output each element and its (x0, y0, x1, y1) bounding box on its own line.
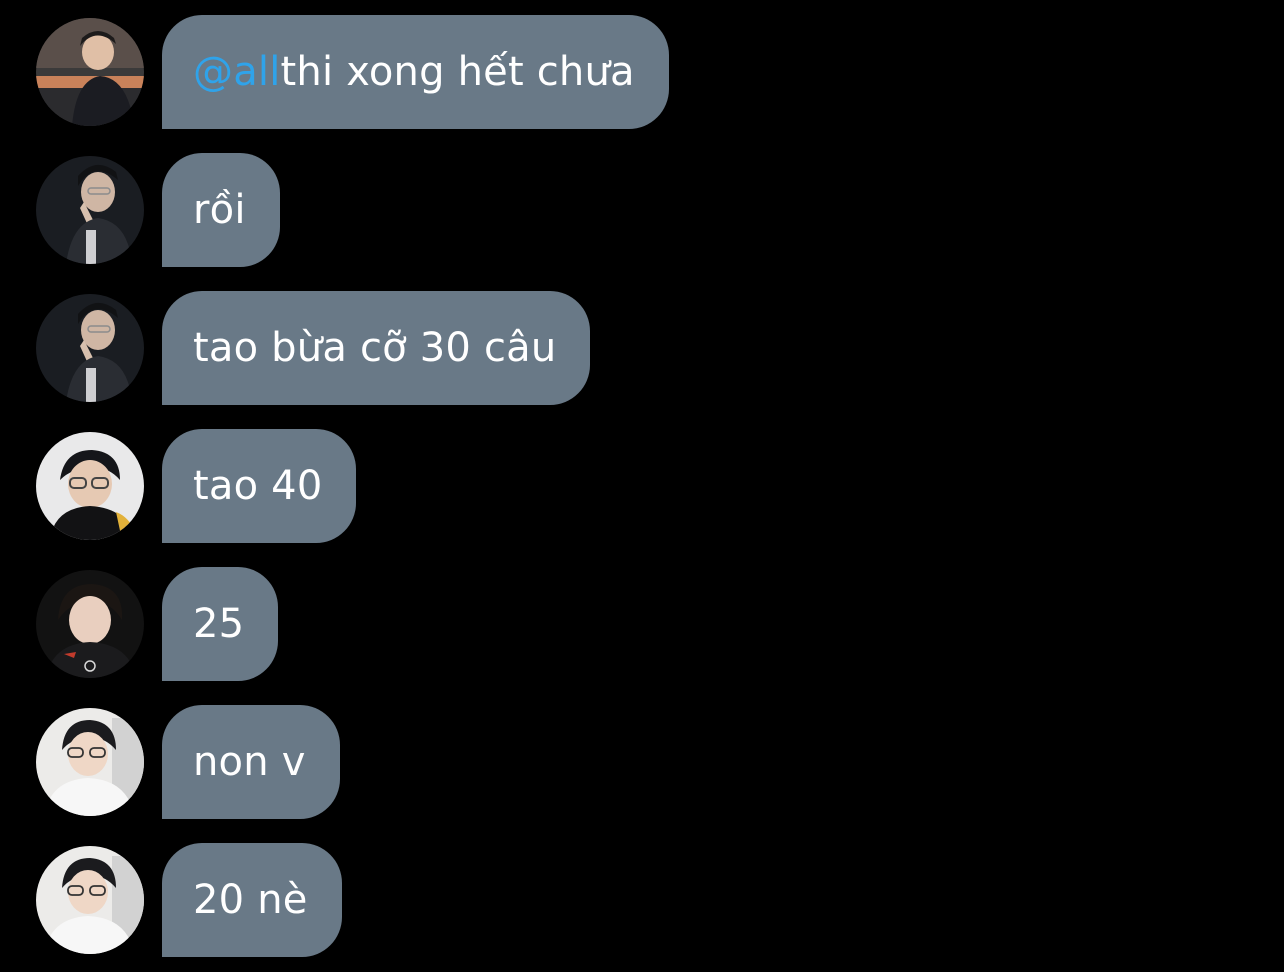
user-avatar-icon[interactable] (36, 846, 144, 954)
message-row: rồi (36, 153, 280, 267)
message-text: thi xong hết chưa (280, 49, 635, 95)
user-avatar-icon[interactable] (36, 18, 144, 126)
message-bubble[interactable]: rồi (162, 153, 280, 267)
message-row: tao bừa cỡ 30 câu (36, 291, 591, 405)
message-text: non v (193, 739, 306, 785)
message-text: tao bừa cỡ 30 câu (193, 325, 557, 371)
message-row: 25 (36, 567, 279, 681)
message-text: rồi (193, 187, 246, 233)
message-row: tao 40 (36, 429, 357, 543)
message-bubble[interactable]: @all thi xong hết chưa (162, 15, 669, 129)
message-row: 20 nè (36, 843, 342, 957)
message-bubble[interactable]: tao bừa cỡ 30 câu (162, 291, 591, 405)
message-bubble[interactable]: 20 nè (162, 843, 342, 957)
user-avatar-icon[interactable] (36, 156, 144, 264)
message-text: 25 (193, 601, 245, 647)
user-avatar-icon[interactable] (36, 570, 144, 678)
message-row: @all thi xong hết chưa (36, 15, 669, 129)
user-avatar-icon[interactable] (36, 294, 144, 402)
user-avatar-icon[interactable] (36, 432, 144, 540)
message-text: 20 nè (193, 877, 308, 923)
message-bubble[interactable]: tao 40 (162, 429, 357, 543)
chat-thread: @all thi xong hết chưa rồi tao bừa cỡ 30… (0, 0, 1284, 972)
user-avatar-icon[interactable] (36, 708, 144, 816)
message-bubble[interactable]: 25 (162, 567, 279, 681)
mention-all[interactable]: @all (193, 49, 281, 95)
message-row: non v (36, 705, 340, 819)
message-bubble[interactable]: non v (162, 705, 340, 819)
message-text: tao 40 (193, 463, 323, 509)
